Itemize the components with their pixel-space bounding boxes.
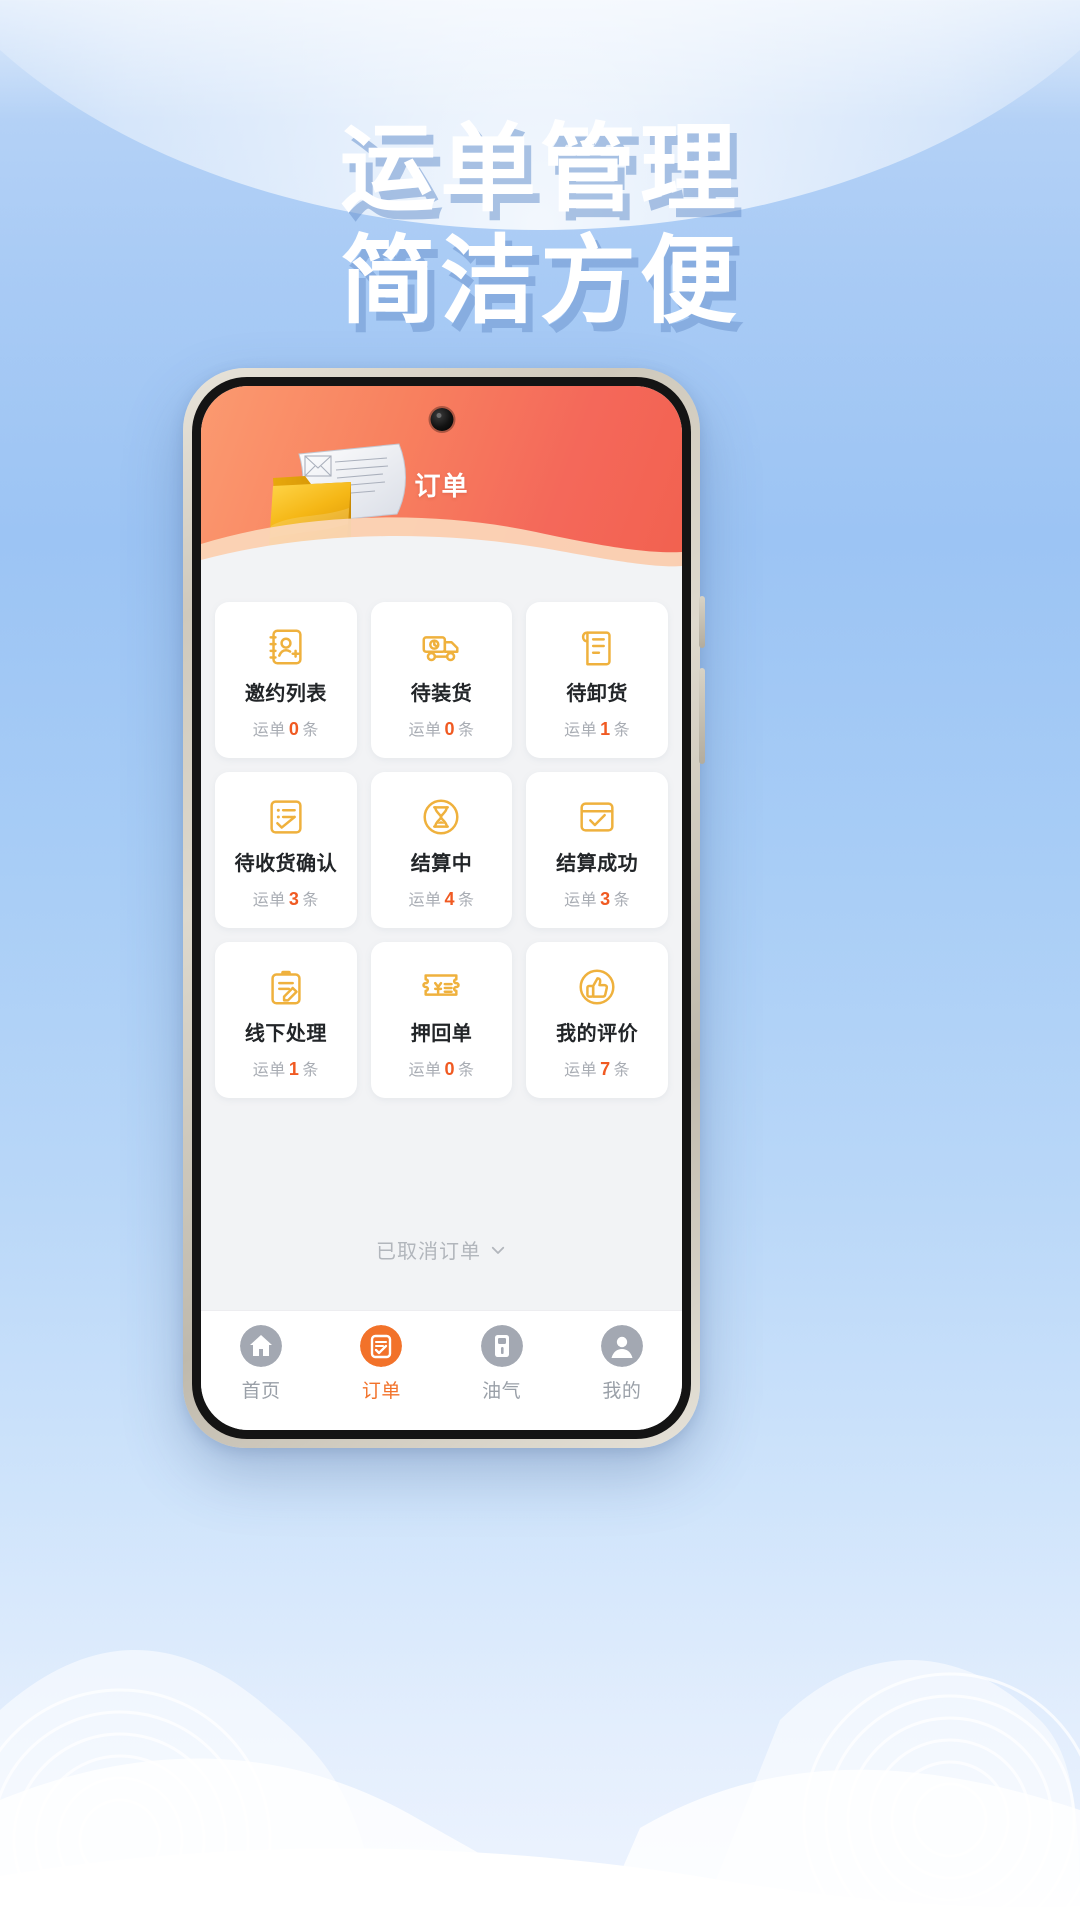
count-value: 1	[600, 719, 611, 739]
grid-card-count: 运单 3 条	[253, 886, 319, 910]
count-value: 4	[444, 889, 455, 909]
tab-fuel[interactable]: 油气	[442, 1325, 562, 1403]
tab-profile[interactable]: 我的	[562, 1325, 682, 1403]
grid-card-label: 待卸货	[566, 683, 628, 705]
grid-card-count: 运单 1 条	[253, 1056, 319, 1080]
grid-card-return-receipt[interactable]: 押回单 运单 0 条	[370, 942, 513, 1098]
person-icon	[600, 1325, 643, 1367]
count-suffix: 条	[458, 892, 475, 909]
count-suffix: 条	[302, 892, 319, 909]
gas-pump-icon	[480, 1325, 523, 1367]
count-suffix: 条	[613, 722, 631, 739]
grid-card-settled[interactable]: 结算成功 运单 3 条	[526, 772, 668, 928]
app-header: 订单	[201, 386, 682, 586]
grid-card-pending-unloading[interactable]: 待卸货 运单 1 条	[526, 602, 668, 758]
phone-bezel: 订单 邀约列表 运单 0 条 待装货 运单 0 条 待卸货 运单 1 条 待收货…	[192, 377, 691, 1439]
count-prefix: 运单	[408, 1062, 442, 1079]
clipboard-pen-icon	[263, 964, 309, 1010]
count-prefix: 运单	[252, 722, 286, 739]
cancelled-orders-expander[interactable]: 已取消订单	[201, 1235, 682, 1264]
count-value: 3	[600, 889, 611, 909]
grid-card-count: 运单 0 条	[408, 716, 474, 740]
grid-card-count: 运单 3 条	[564, 886, 630, 910]
phone-volume-button	[699, 668, 705, 764]
bottom-tab-bar: 首页 订单 油气 我的	[201, 1310, 682, 1430]
window-check-icon	[574, 794, 620, 840]
grid-card-label: 邀约列表	[244, 683, 327, 705]
unload-document-icon	[574, 624, 620, 670]
grid-card-label: 押回单	[410, 1023, 473, 1045]
punch-hole-camera-icon	[430, 408, 453, 431]
grid-card-label: 待收货确认	[234, 853, 338, 875]
count-prefix: 运单	[252, 892, 286, 909]
hourglass-circle-icon	[418, 794, 464, 840]
phone-mockup: 订单 邀约列表 运单 0 条 待装货 运单 0 条 待卸货 运单 1 条 待收货…	[183, 368, 705, 1448]
header-wave-divider	[201, 517, 682, 586]
phone-screen: 订单 邀约列表 运单 0 条 待装货 运单 0 条 待卸货 运单 1 条 待收货…	[201, 386, 682, 1430]
headline-line-1: 运单管理	[340, 116, 740, 223]
tab-label: 我的	[602, 1381, 642, 1402]
contact-book-add-icon	[263, 624, 309, 670]
grid-card-my-reviews[interactable]: 我的评价 运单 7 条	[526, 942, 668, 1098]
promo-headline: 运单管理 简洁方便	[0, 118, 1080, 333]
count-suffix: 条	[458, 1062, 475, 1079]
count-prefix: 运单	[564, 892, 598, 909]
count-prefix: 运单	[564, 722, 598, 739]
count-value: 1	[288, 1059, 300, 1079]
tab-label: 油气	[482, 1381, 522, 1402]
home-icon	[240, 1325, 283, 1367]
cancelled-orders-label: 已取消订单	[376, 1241, 481, 1263]
count-suffix: 条	[613, 1062, 631, 1079]
chevron-down-icon	[491, 1246, 505, 1254]
tab-orders[interactable]: 订单	[321, 1325, 441, 1403]
grid-card-label: 结算中	[410, 853, 473, 875]
order-icon	[360, 1325, 403, 1367]
grid-card-label: 结算成功	[556, 853, 639, 875]
grid-card-receipt-confirm[interactable]: 待收货确认 运单 3 条	[215, 772, 357, 928]
delivery-truck-icon	[418, 624, 464, 670]
grid-card-label: 待装货	[410, 683, 473, 705]
tab-label: 首页	[241, 1381, 281, 1402]
count-value: 0	[288, 719, 300, 739]
grid-card-count: 运单 4 条	[408, 886, 474, 910]
grid-card-count: 运单 0 条	[408, 1056, 474, 1080]
count-prefix: 运单	[408, 722, 442, 739]
grid-card-offline-process[interactable]: 线下处理 运单 1 条	[215, 942, 357, 1098]
sky-top-glow	[0, 0, 1080, 120]
count-value: 0	[444, 719, 455, 739]
grid-card-count: 运单 0 条	[253, 716, 319, 740]
grid-card-label: 线下处理	[244, 1023, 327, 1045]
count-suffix: 条	[302, 1062, 319, 1079]
count-value: 0	[444, 1059, 455, 1079]
order-status-grid: 邀约列表 运单 0 条 待装货 运单 0 条 待卸货 运单 1 条 待收货确认 …	[215, 602, 668, 1098]
headline-line-2: 简洁方便	[340, 227, 740, 335]
grid-card-count: 运单 7 条	[564, 1056, 630, 1080]
tab-label: 订单	[361, 1381, 401, 1402]
thumbs-up-circle-icon	[574, 964, 620, 1010]
grid-card-invitation-list[interactable]: 邀约列表 运单 0 条	[215, 602, 357, 758]
count-prefix: 运单	[408, 892, 442, 909]
count-suffix: 条	[613, 892, 631, 909]
count-prefix: 运单	[252, 1062, 286, 1079]
count-value: 7	[600, 1059, 611, 1079]
checklist-icon	[263, 794, 309, 840]
grid-card-count: 运单 1 条	[564, 716, 630, 740]
phone-power-button	[699, 596, 705, 648]
order-status-grid-wrapper: 邀约列表 运单 0 条 待装货 运单 0 条 待卸货 运单 1 条 待收货确认 …	[201, 586, 682, 1098]
grid-card-pending-loading[interactable]: 待装货 运单 0 条	[370, 602, 513, 758]
count-suffix: 条	[302, 722, 319, 739]
count-value: 3	[288, 889, 300, 909]
yuan-ticket-icon	[418, 964, 464, 1010]
count-suffix: 条	[458, 722, 475, 739]
grid-card-label: 我的评价	[556, 1023, 639, 1045]
grid-card-settling[interactable]: 结算中 运单 4 条	[370, 772, 513, 928]
tab-home[interactable]: 首页	[201, 1325, 321, 1403]
count-prefix: 运单	[564, 1062, 598, 1079]
